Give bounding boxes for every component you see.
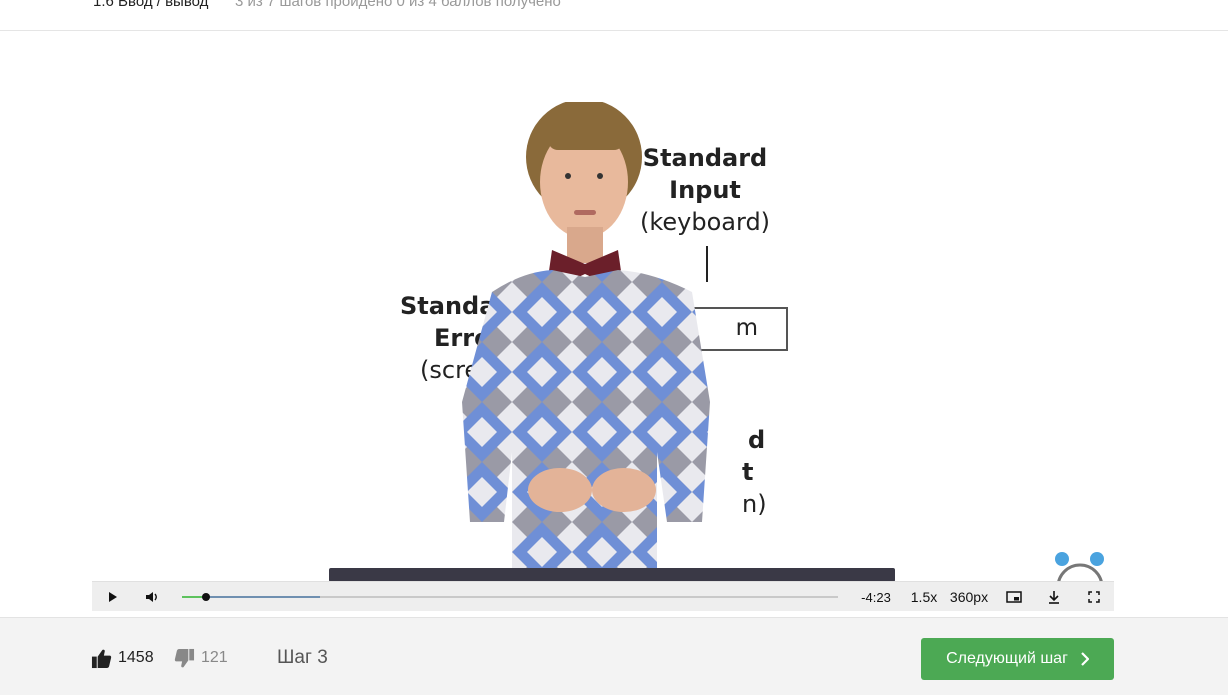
lesson-header: 1.6 Ввод / вывод 3 из 7 шагов пройдено 0… bbox=[0, 0, 1228, 31]
play-button[interactable] bbox=[100, 582, 126, 612]
likes-count: 1458 bbox=[118, 649, 154, 666]
seek-handle[interactable] bbox=[201, 593, 210, 601]
dislikes-count: 121 bbox=[201, 649, 228, 666]
lesson-progress-text: 3 из 7 шагов пройдено 0 из 4 баллов полу… bbox=[235, 0, 561, 10]
breadcrumb[interactable]: 1.6 Ввод / вывод bbox=[93, 0, 208, 10]
keyboard-prop bbox=[329, 568, 895, 582]
picture-in-picture-button[interactable] bbox=[1000, 582, 1028, 612]
player-controls: -4:23 1.5x 360px bbox=[92, 581, 1114, 611]
next-step-button[interactable]: Следующий шаг bbox=[921, 638, 1114, 680]
play-icon bbox=[109, 592, 117, 602]
next-step-label: Следующий шаг bbox=[946, 650, 1068, 667]
like-button[interactable]: 1458 bbox=[91, 618, 154, 698]
download-button[interactable] bbox=[1040, 582, 1068, 612]
quality-selector[interactable]: 360px bbox=[946, 582, 992, 612]
picture-in-picture-icon bbox=[1006, 591, 1022, 603]
video-player[interactable]: Standard Input (keyboard) m Standa Erro … bbox=[92, 32, 1114, 612]
volume-icon bbox=[146, 592, 157, 602]
fullscreen-button[interactable] bbox=[1080, 582, 1108, 612]
presenter-figure bbox=[462, 102, 710, 572]
chevron-right-icon bbox=[1081, 652, 1089, 666]
speed-selector[interactable]: 1.5x bbox=[906, 582, 942, 612]
fullscreen-icon bbox=[1088, 591, 1100, 603]
time-remaining: -4:23 bbox=[861, 589, 891, 605]
thumbs-up-icon bbox=[91, 649, 112, 668]
seek-bar[interactable] bbox=[182, 593, 838, 601]
thumbs-down-icon bbox=[174, 648, 195, 667]
step-label: Шаг 3 bbox=[277, 647, 328, 668]
dislike-button[interactable]: 121 bbox=[174, 618, 228, 698]
download-icon bbox=[1049, 591, 1059, 604]
volume-button[interactable] bbox=[138, 582, 166, 612]
step-footer: 1458 121 Шаг 3 Следующий шаг bbox=[0, 617, 1228, 695]
